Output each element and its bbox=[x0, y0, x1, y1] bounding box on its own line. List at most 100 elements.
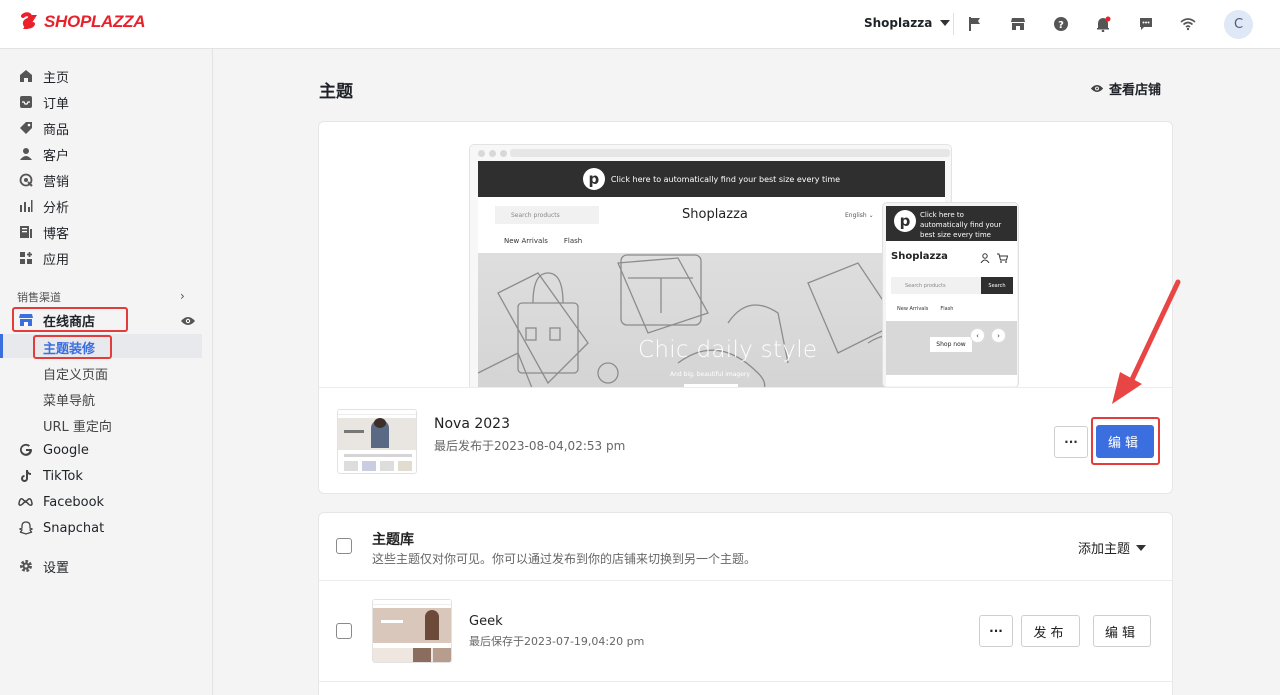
sidebar-item-label: 订单 bbox=[43, 96, 70, 112]
logo-mark-icon bbox=[21, 12, 37, 29]
url-bar bbox=[510, 149, 950, 157]
divider bbox=[953, 13, 954, 35]
sidebar-item-label: 分析 bbox=[43, 200, 70, 216]
eye-icon[interactable] bbox=[180, 315, 196, 330]
mobile-preview: p Click here to automatically find your … bbox=[882, 202, 1019, 387]
chevron-right-icon[interactable]: › bbox=[180, 289, 185, 303]
google-icon bbox=[18, 443, 33, 458]
theme-published-date: 最后发布于2023-08-04,02:53 pm bbox=[434, 439, 626, 453]
view-store-link[interactable]: 查看店铺 bbox=[1090, 79, 1161, 98]
sidebar-subitem-navigation[interactable]: 菜单导航 bbox=[43, 390, 95, 409]
theme-library-title: 主题库 bbox=[372, 532, 414, 548]
avatar[interactable]: C bbox=[1224, 10, 1253, 39]
chat-icon[interactable] bbox=[1136, 14, 1156, 34]
eye-icon bbox=[1090, 85, 1104, 92]
sidebar-item-tiktok[interactable]: TikTok bbox=[18, 465, 83, 487]
snapchat-icon bbox=[18, 521, 33, 536]
mobile-brand: Shoplazza bbox=[891, 251, 948, 262]
more-actions-button[interactable]: ··· bbox=[1054, 426, 1088, 458]
preview-nav-item: Flash bbox=[563, 237, 583, 245]
sidebar-item-orders[interactable]: 订单 bbox=[18, 91, 69, 113]
mobile-carousel-arrows: ‹ › bbox=[970, 328, 1006, 343]
svg-text:?: ? bbox=[1058, 20, 1064, 31]
bar-chart-icon bbox=[18, 199, 33, 214]
sidebar-item-label: 营销 bbox=[43, 174, 70, 190]
wifi-icon[interactable] bbox=[1178, 14, 1198, 34]
sidebar-item-analytics[interactable]: 分析 bbox=[18, 195, 69, 217]
sidebar-item-label: TikTok bbox=[43, 468, 83, 484]
home-icon bbox=[18, 69, 33, 84]
hero-illustration bbox=[478, 254, 931, 387]
sidebar-item-products[interactable]: 商品 bbox=[18, 117, 69, 139]
add-theme-label: 添加主题 bbox=[1078, 542, 1131, 557]
sidebar-item-google[interactable]: Google bbox=[18, 439, 89, 461]
sidebar-item-customers[interactable]: 客户 bbox=[18, 143, 69, 165]
preview-nav: New Arrivals Flash bbox=[504, 237, 582, 245]
caret-down-icon bbox=[1136, 544, 1147, 551]
mobile-search: Search products bbox=[891, 277, 981, 294]
sidebar-item-label: 设置 bbox=[43, 560, 70, 576]
preview-hero-subtitle: And big, beautiful imagery bbox=[670, 371, 750, 378]
sidebar-item-snapchat[interactable]: Snapchat bbox=[18, 517, 104, 539]
store-switcher[interactable]: Shoplazza bbox=[864, 16, 951, 30]
gear-icon bbox=[18, 559, 33, 574]
preview-brand: Shoplazza bbox=[682, 207, 748, 222]
desktop-preview: p Click here to automatically find your … bbox=[469, 144, 952, 387]
person-icon bbox=[18, 147, 33, 162]
sidebar-item-facebook[interactable]: Facebook bbox=[18, 491, 104, 513]
flag-icon[interactable] bbox=[965, 14, 985, 34]
add-theme-dropdown[interactable]: 添加主题 bbox=[1078, 538, 1147, 557]
preview-nav-item: New Arrivals bbox=[504, 237, 548, 245]
sidebar-item-marketing[interactable]: 营销 bbox=[18, 169, 69, 191]
sidebar-item-blog[interactable]: 博客 bbox=[18, 221, 69, 243]
store-icon[interactable] bbox=[1008, 14, 1028, 34]
caret-down-icon bbox=[940, 20, 951, 26]
current-theme-row: Nova 2023 最后发布于2023-08-04,02:53 pm ··· 编… bbox=[319, 388, 1172, 493]
tiktok-icon bbox=[18, 469, 33, 484]
sidebar: 主页 订单 商品 客户 营销 分析 博客 应用 销售渠道 › 在线商店 主题装修… bbox=[0, 49, 213, 695]
theme-library-description: 这些主题仅对你可见。你可以通过发布到你的店铺来切换到另一个主题。 bbox=[372, 552, 757, 566]
sidebar-subitem-custom-pages[interactable]: 自定义页面 bbox=[43, 364, 108, 383]
inbox-icon bbox=[18, 95, 33, 110]
theme-thumbnail bbox=[372, 599, 452, 663]
shoplazza-logo[interactable]: SHOPLAZZA bbox=[20, 12, 145, 32]
p-logo-icon: p bbox=[582, 168, 605, 190]
current-theme-card: p Click here to automatically find your … bbox=[318, 121, 1173, 494]
theme-library-row: Geek 最后保存于2023-07-19,04:20 pm ··· 发布 编辑 bbox=[319, 582, 1172, 682]
theme-checkbox[interactable] bbox=[336, 623, 352, 639]
select-all-checkbox[interactable] bbox=[336, 538, 352, 554]
sidebar-subitem-url-redirect[interactable]: URL 重定向 bbox=[43, 416, 112, 435]
p-logo-icon: p bbox=[894, 210, 916, 232]
edit-theme-button[interactable]: 编辑 bbox=[1093, 615, 1151, 647]
user-icon bbox=[980, 253, 990, 263]
sidebar-item-label: Snapchat bbox=[43, 520, 105, 536]
blog-icon bbox=[18, 225, 33, 240]
preview-search: Search products bbox=[495, 206, 599, 224]
preview-language: English ⌄ bbox=[845, 212, 874, 219]
help-icon[interactable]: ? bbox=[1051, 14, 1071, 34]
publish-button[interactable]: 发布 bbox=[1021, 615, 1080, 647]
preview-announcement-text: Click here to automatically find your be… bbox=[610, 174, 841, 184]
sidebar-item-apps[interactable]: 应用 bbox=[18, 247, 69, 269]
mobile-nav: New Arrivals Flash bbox=[897, 306, 953, 312]
sidebar-item-label: Google bbox=[43, 442, 89, 458]
mobile-search-button: Search bbox=[981, 277, 1013, 294]
theme-name: Nova 2023 bbox=[434, 416, 510, 432]
sidebar-item-home[interactable]: 主页 bbox=[18, 65, 69, 87]
more-actions-button[interactable]: ··· bbox=[979, 615, 1013, 647]
sidebar-item-online-store[interactable]: 在线商店 bbox=[18, 309, 95, 331]
preview-site: Search products Shoplazza English ⌄ New … bbox=[478, 197, 945, 387]
sidebar-item-settings[interactable]: 设置 bbox=[18, 555, 69, 577]
view-store-label: 查看店铺 bbox=[1109, 83, 1162, 98]
edit-theme-button[interactable]: 编辑 bbox=[1096, 425, 1154, 458]
sidebar-item-label: 主页 bbox=[43, 70, 70, 86]
theme-name: Geek bbox=[469, 614, 503, 629]
theme-preview[interactable]: p Click here to automatically find your … bbox=[319, 122, 1172, 388]
store-icon bbox=[18, 313, 33, 328]
theme-library-header: 主题库 这些主题仅对你可见。你可以通过发布到你的店铺来切换到另一个主题。 添加主… bbox=[319, 513, 1172, 581]
target-icon bbox=[18, 173, 33, 188]
bell-icon[interactable] bbox=[1093, 14, 1113, 34]
sidebar-item-label: 博客 bbox=[43, 226, 70, 242]
theme-thumbnail bbox=[337, 409, 417, 474]
sidebar-item-label: 应用 bbox=[43, 252, 70, 268]
